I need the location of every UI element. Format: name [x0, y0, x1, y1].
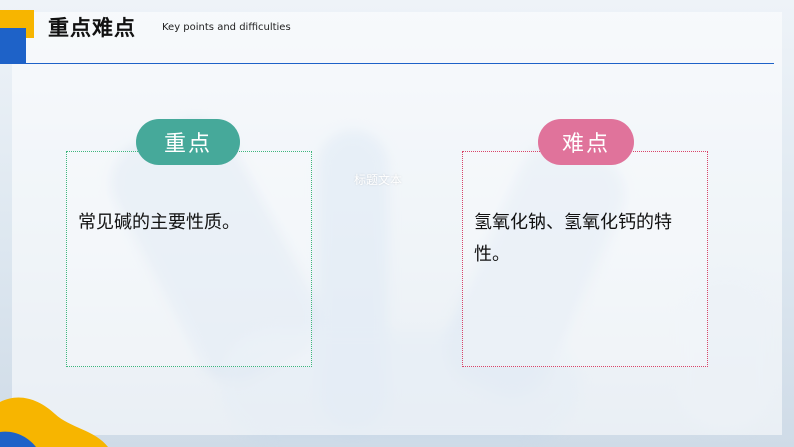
- difficulty-badge: 难点: [538, 119, 634, 165]
- header-accent-blue: [0, 28, 26, 64]
- header-divider: [12, 63, 774, 64]
- slide-title: 重点难点: [48, 16, 136, 40]
- key-point-box: [66, 151, 312, 367]
- title-placeholder[interactable]: 标题文本: [354, 171, 402, 188]
- slide-subtitle: Key points and difficulties: [162, 22, 291, 33]
- difficulty-text: 氢氧化钠、氢氧化钙的特性。: [474, 212, 672, 265]
- corner-decoration: [0, 397, 108, 447]
- key-point-text: 常见碱的主要性质。: [78, 212, 240, 233]
- slide-header: 重点难点 Key points and difficulties: [0, 0, 794, 64]
- key-point-badge: 重点: [136, 119, 240, 165]
